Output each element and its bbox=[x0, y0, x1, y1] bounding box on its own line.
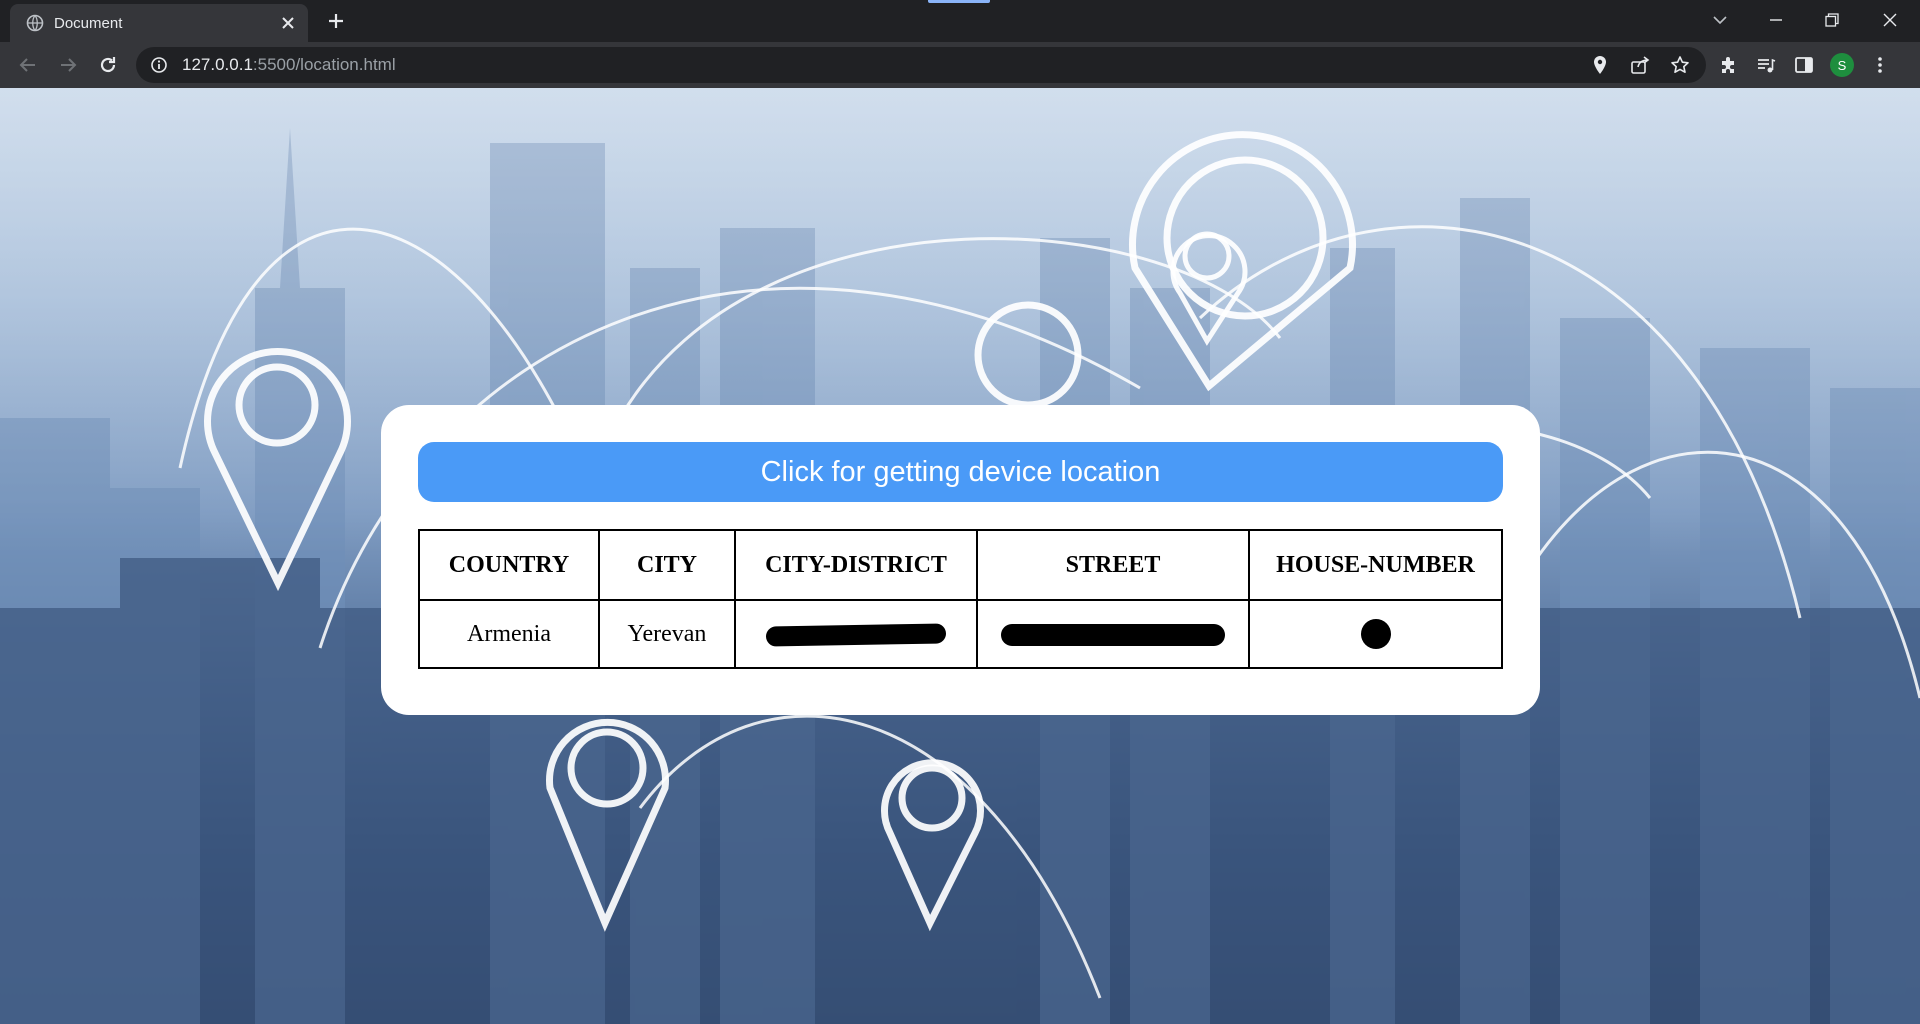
share-icon[interactable] bbox=[1628, 53, 1652, 77]
window-drag-marker bbox=[928, 0, 990, 3]
location-table: COUNTRY CITY CITY-DISTRICT STREET HOUSE-… bbox=[418, 529, 1503, 669]
location-pin-icon[interactable] bbox=[1588, 53, 1612, 77]
reload-icon[interactable] bbox=[94, 51, 122, 79]
header-city: CITY bbox=[598, 529, 736, 601]
cell-city-district bbox=[734, 599, 978, 669]
redaction-mark bbox=[1360, 619, 1391, 649]
redaction-mark bbox=[765, 623, 947, 647]
cell-city: Yerevan bbox=[598, 599, 736, 669]
cell-house-number bbox=[1248, 599, 1503, 669]
close-icon[interactable] bbox=[276, 11, 300, 35]
cell-country: Armenia bbox=[418, 599, 600, 669]
arrow-left-icon[interactable] bbox=[14, 51, 42, 79]
restore-icon[interactable] bbox=[1812, 4, 1852, 36]
chevron-down-icon[interactable] bbox=[1700, 4, 1740, 36]
get-location-button[interactable]: Click for getting device location bbox=[418, 442, 1503, 502]
avatar[interactable]: S bbox=[1830, 53, 1854, 77]
location-card: Click for getting device location COUNTR… bbox=[381, 405, 1540, 715]
kebab-menu-icon[interactable] bbox=[1868, 53, 1892, 77]
cell-street bbox=[976, 599, 1250, 669]
side-panel-icon[interactable] bbox=[1792, 53, 1816, 77]
url-host: 127.0.0.1 bbox=[182, 55, 253, 74]
puzzle-icon[interactable] bbox=[1716, 53, 1740, 77]
arrow-right-icon[interactable] bbox=[54, 51, 82, 79]
tab-title: Document bbox=[54, 14, 123, 32]
table-row: Armenia Yerevan bbox=[418, 599, 1503, 669]
info-icon[interactable] bbox=[150, 56, 168, 74]
header-country: COUNTRY bbox=[418, 529, 600, 601]
close-icon[interactable] bbox=[1870, 4, 1910, 36]
plus-icon[interactable] bbox=[324, 9, 348, 33]
redaction-mark bbox=[1001, 623, 1225, 646]
header-house-number: HOUSE-NUMBER bbox=[1248, 529, 1503, 601]
media-queue-icon[interactable] bbox=[1754, 53, 1778, 77]
minimize-icon[interactable] bbox=[1756, 4, 1796, 36]
url-text[interactable]: 127.0.0.1:5500/location.html bbox=[182, 55, 396, 75]
star-icon[interactable] bbox=[1668, 53, 1692, 77]
globe-icon bbox=[26, 14, 44, 32]
browser-toolbar: 127.0.0.1:5500/location.html S bbox=[0, 42, 1920, 88]
page-viewport: Click for getting device location COUNTR… bbox=[0, 88, 1920, 1024]
address-bar[interactable]: 127.0.0.1:5500/location.html bbox=[136, 47, 1706, 83]
browser-tab[interactable]: Document bbox=[10, 4, 308, 42]
browser-titlebar: Document bbox=[0, 0, 1920, 42]
header-street: STREET bbox=[976, 529, 1250, 601]
url-path: :5500/location.html bbox=[252, 55, 396, 74]
header-city-district: CITY-DISTRICT bbox=[734, 529, 978, 601]
